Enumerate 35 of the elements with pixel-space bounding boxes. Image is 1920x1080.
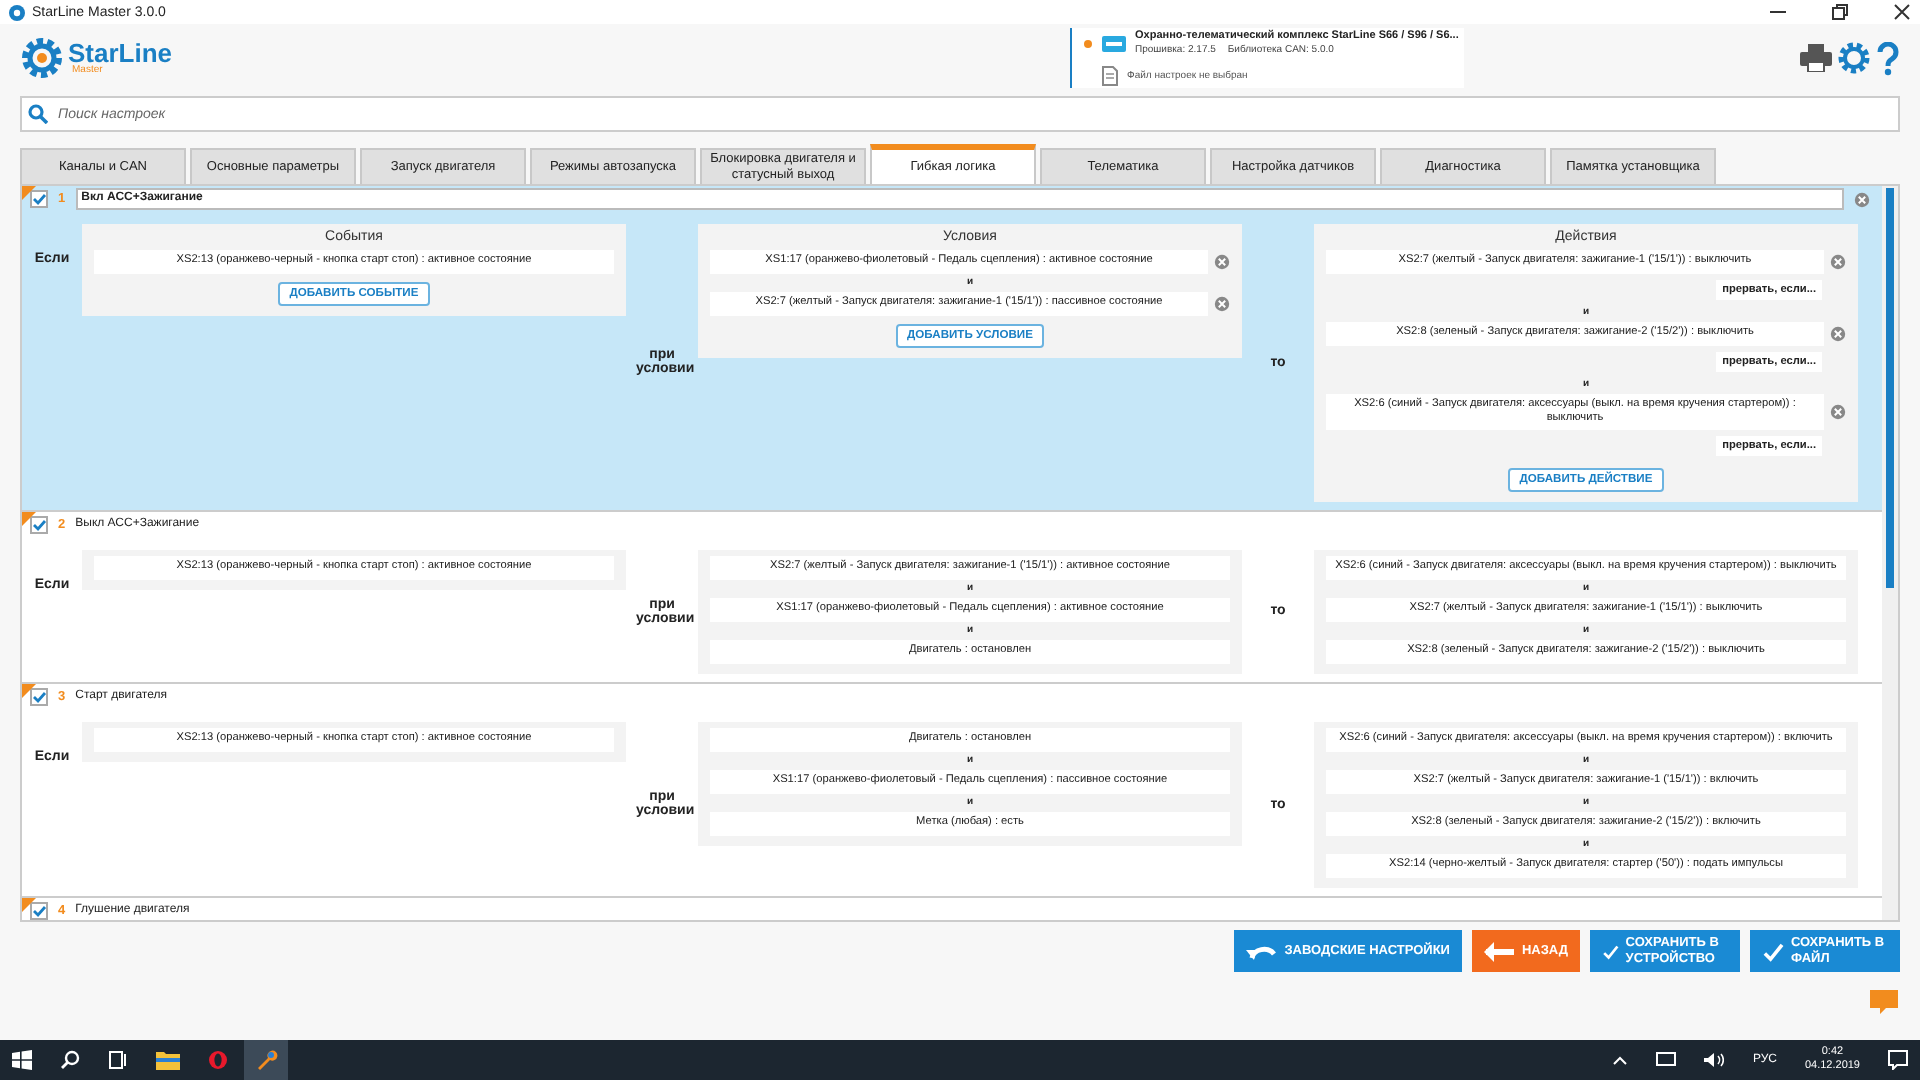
check-icon bbox=[1762, 939, 1785, 963]
status-dot bbox=[1083, 39, 1092, 47]
browser-icon[interactable] bbox=[208, 1050, 228, 1070]
volume-icon[interactable] bbox=[1704, 1052, 1725, 1068]
gear-icon bbox=[20, 36, 64, 80]
notification-icon[interactable] bbox=[1888, 1050, 1908, 1070]
settings-icon[interactable] bbox=[1838, 42, 1871, 74]
checkbox[interactable] bbox=[30, 515, 48, 534]
search-icon[interactable] bbox=[60, 1050, 80, 1070]
wrench-icon bbox=[254, 1048, 278, 1072]
checkbox[interactable] bbox=[30, 901, 48, 920]
back-arrow-icon bbox=[1483, 939, 1516, 963]
remove-icon[interactable] bbox=[1830, 326, 1846, 342]
start-icon[interactable] bbox=[12, 1050, 32, 1070]
chevron-up-icon[interactable] bbox=[1612, 1054, 1629, 1066]
chat-icon[interactable] bbox=[1868, 988, 1900, 1016]
remove-icon[interactable] bbox=[1830, 403, 1846, 420]
printer-icon[interactable] bbox=[1800, 44, 1833, 72]
scrollbar-thumb[interactable] bbox=[1886, 188, 1894, 588]
remove-icon[interactable] bbox=[1854, 191, 1870, 207]
checkbox[interactable] bbox=[30, 190, 48, 208]
help-icon[interactable] bbox=[1876, 41, 1901, 75]
taskbar-app[interactable] bbox=[244, 1040, 288, 1080]
remove-icon[interactable] bbox=[1214, 296, 1230, 312]
task-view-icon[interactable] bbox=[108, 1050, 128, 1070]
scrollbar[interactable] bbox=[1882, 186, 1898, 920]
network-icon[interactable] bbox=[1656, 1052, 1677, 1068]
restore-icon[interactable] bbox=[1830, 2, 1850, 22]
checkbox[interactable] bbox=[30, 687, 48, 706]
close-icon[interactable] bbox=[1892, 2, 1912, 22]
remove-icon[interactable] bbox=[1214, 254, 1230, 270]
logo-text: StarLine bbox=[68, 40, 173, 66]
remove-icon[interactable] bbox=[1830, 254, 1846, 270]
folder-icon[interactable] bbox=[156, 1050, 180, 1070]
device-icon bbox=[1101, 35, 1126, 51]
